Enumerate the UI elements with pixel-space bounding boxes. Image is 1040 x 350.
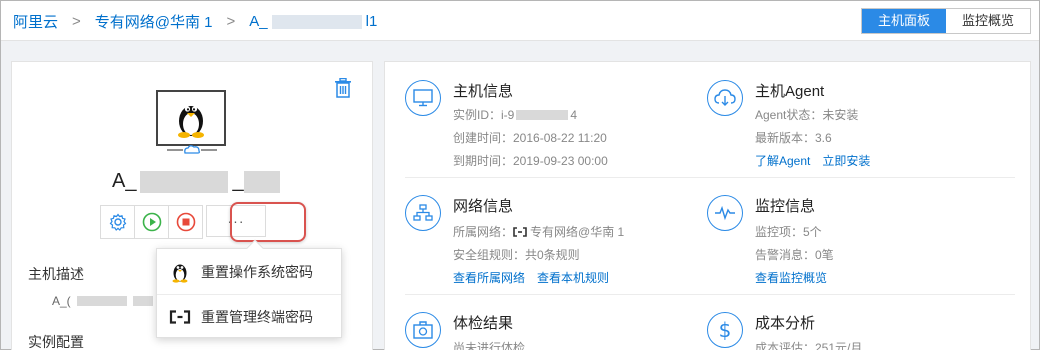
view-network-link[interactable]: 查看所属网络 — [453, 269, 525, 286]
network-line: 所属网络： 专有网络@华南 1 — [453, 223, 624, 240]
linux-penguin-icon — [169, 261, 191, 283]
network-label: 所属网络： — [453, 225, 514, 239]
host-panel-tab[interactable]: 主机面板 — [862, 9, 946, 33]
redacted-text — [243, 170, 280, 193]
gear-icon — [109, 213, 126, 231]
stop-button[interactable] — [168, 205, 203, 239]
install-agent-link[interactable]: 立即安装 — [822, 152, 870, 169]
view-monitor-overview-link[interactable]: 查看监控概览 — [755, 269, 827, 286]
config-label: 实例配置 — [28, 334, 84, 350]
row-divider — [405, 294, 1015, 295]
top-bar: 阿里云 > 专有网络@华南 1 > A_ l1 主机面板 监控概览 — [1, 1, 1039, 41]
redacted-text — [516, 109, 569, 120]
host-agent-title: 主机Agent — [755, 83, 825, 100]
alert-messages: 告警消息：0笔 — [755, 248, 834, 262]
monitor-links: 查看监控概览 — [755, 269, 839, 286]
redacted-text — [140, 170, 229, 193]
view-rules-link[interactable]: 查看本机规则 — [537, 269, 609, 286]
redacted-text — [132, 296, 153, 306]
redacted-text — [76, 296, 127, 306]
monitor-icon — [405, 80, 441, 116]
more-actions-menu: 重置操作系统密码 重置管理终端密码 — [156, 239, 342, 339]
instance-id-text: 实例ID：i-9 — [453, 108, 515, 122]
settings-button[interactable] — [100, 205, 135, 239]
cost-analysis-title: 成本分析 — [755, 315, 816, 332]
monitor-items: 监控项：5个 — [755, 225, 822, 239]
reset-terminal-password-label: 重置管理终端密码 — [201, 309, 313, 325]
network-info-title: 网络信息 — [453, 198, 514, 215]
cost-estimate: 成本评估：251元/月 — [755, 341, 863, 350]
medical-kit-icon — [405, 312, 441, 348]
instance-id-suffix: 4 — [570, 107, 578, 122]
description-value: A_( 1 — [52, 294, 163, 308]
pulse-icon — [707, 195, 743, 231]
network-topology-icon — [405, 195, 441, 231]
trash-icon[interactable] — [334, 77, 352, 98]
reset-os-password-label: 重置操作系统密码 — [201, 264, 313, 280]
health-check-title: 体检结果 — [453, 315, 514, 332]
terminal-bracket-icon — [169, 306, 191, 328]
cloud-base-icon — [167, 145, 217, 154]
more-actions-button[interactable]: ··· — [206, 205, 266, 237]
start-button[interactable] — [134, 205, 169, 239]
os-monitor-image — [156, 90, 226, 146]
description-label: 主机描述 — [28, 266, 84, 282]
info-panel: 主机信息 实例ID：i-9 4 创建时间：2016-08-22 11:20 到期… — [384, 61, 1031, 350]
instance-actions: ··· — [100, 205, 266, 239]
created-time: 创建时间：2016-08-22 11:20 — [453, 131, 607, 145]
network-links: 查看所属网络 查看本机规则 — [453, 269, 621, 286]
agent-links: 了解Agent 立即安装 — [755, 152, 882, 169]
reset-os-password-item[interactable]: 重置操作系统密码 — [157, 250, 341, 294]
security-group-rules: 安全组规则：共0条规则 — [453, 248, 580, 262]
instance-name: A_ _ — [112, 170, 280, 193]
linux-penguin-icon — [178, 106, 204, 138]
monitor-overview-tab[interactable]: 监控概览 — [946, 9, 1030, 33]
breadcrumb-instance-suffix: l1 — [365, 13, 378, 30]
breadcrumb-instance[interactable]: A_ l1 — [249, 13, 377, 30]
learn-agent-link[interactable]: 了解Agent — [755, 152, 810, 169]
stop-icon — [176, 212, 195, 232]
row-divider — [405, 177, 1015, 178]
view-switch: 主机面板 监控概览 — [861, 8, 1031, 34]
health-check-status: 尚未进行体检 — [453, 341, 526, 350]
instance-name-prefix: A_ — [112, 170, 137, 192]
vpc-bracket-icon — [513, 226, 527, 237]
breadcrumb: 阿里云 > 专有网络@华南 1 > A_ l1 — [13, 11, 377, 32]
expire-time: 到期时间：2019-09-23 00:00 — [453, 154, 608, 168]
chevron-right-icon: > — [72, 13, 81, 30]
breadcrumb-network[interactable]: 专有网络@华南 1 — [95, 11, 213, 32]
breadcrumb-root[interactable]: 阿里云 — [13, 11, 58, 32]
chevron-right-icon: > — [226, 13, 236, 30]
redacted-text — [271, 14, 362, 29]
monitor-info-title: 监控信息 — [755, 198, 816, 215]
cloud-download-icon — [707, 80, 743, 116]
description-prefix: A_( — [52, 294, 71, 308]
play-icon — [142, 212, 161, 232]
agent-status: Agent状态：未安装 — [755, 108, 859, 122]
network-value: 专有网络@华南 1 — [530, 225, 625, 239]
dollar-icon: $ — [707, 312, 743, 348]
instance-name-suffix: _ — [232, 170, 244, 192]
host-info-title: 主机信息 — [453, 83, 514, 100]
instance-id: 实例ID：i-9 4 — [453, 106, 577, 123]
reset-terminal-password-item[interactable]: 重置管理终端密码 — [157, 295, 341, 339]
breadcrumb-instance-prefix: A_ — [249, 13, 268, 30]
agent-latest-version: 最新版本：3.6 — [755, 131, 832, 145]
